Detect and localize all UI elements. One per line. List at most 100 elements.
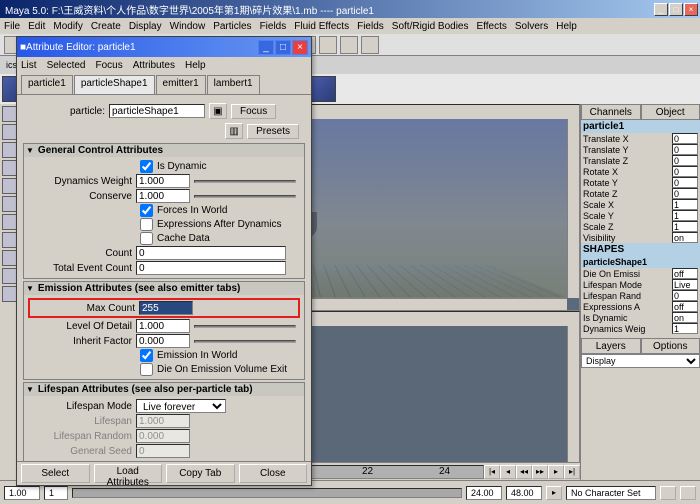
select-node-icon[interactable]: ▣ — [209, 103, 227, 119]
play-back-button[interactable]: ◂◂ — [516, 465, 532, 479]
menu-effects[interactable]: Effects — [477, 21, 507, 32]
ae-titlebar[interactable]: ■ Attribute Editor: particle1 _ □ × — [17, 37, 311, 57]
channel-label[interactable]: Rotate X — [583, 167, 672, 177]
range-curr-field[interactable]: 24.00 — [466, 486, 502, 500]
menu-softrigid[interactable]: Soft/Rigid Bodies — [392, 21, 469, 32]
channel-node-name[interactable]: particle1 — [581, 120, 700, 133]
ae-maximize-button[interactable]: □ — [275, 40, 291, 55]
channel-value[interactable]: on — [672, 232, 698, 243]
channel-label[interactable]: Scale X — [583, 200, 672, 210]
channel-label[interactable]: Translate X — [583, 134, 672, 144]
presets-button[interactable]: Presets — [247, 124, 299, 139]
rewind-end-button[interactable]: ▸ — [546, 486, 562, 500]
channel-label[interactable]: Rotate Z — [583, 189, 672, 199]
channel-value[interactable]: 0 — [672, 177, 698, 188]
forces-check[interactable] — [140, 204, 153, 217]
menu-edit[interactable]: Edit — [28, 21, 45, 32]
range-start-field[interactable]: 1.00 — [4, 486, 40, 500]
channel-label[interactable]: Expressions A — [583, 302, 672, 312]
menu-create[interactable]: Create — [91, 21, 121, 32]
tab-layers[interactable]: Layers — [581, 338, 641, 354]
menu-file[interactable]: File — [4, 21, 20, 32]
shelf-icon[interactable] — [310, 76, 336, 102]
channel-label[interactable]: Scale Y — [583, 211, 672, 221]
inherit-field[interactable] — [136, 334, 190, 348]
emit-world-check[interactable] — [140, 349, 153, 362]
conserve-field[interactable] — [136, 189, 190, 203]
max-count-field[interactable] — [139, 301, 193, 315]
channel-value[interactable]: 0 — [672, 155, 698, 166]
channel-label[interactable]: Lifespan Rand — [583, 291, 672, 301]
range-end-field[interactable]: 48.00 — [506, 486, 542, 500]
rewind-button[interactable]: |◂ — [484, 465, 500, 479]
tab-options[interactable]: Options — [641, 338, 700, 354]
close-button[interactable]: Close — [239, 464, 308, 483]
range-sep-field[interactable]: 1 — [44, 486, 68, 500]
channel-label[interactable]: Die On Emissi — [583, 269, 672, 279]
minimize-button[interactable]: _ — [654, 3, 668, 16]
ae-menu-help[interactable]: Help — [185, 60, 206, 71]
section-emission-header[interactable]: ▼Emission Attributes (see also emitter t… — [24, 282, 304, 295]
go-end-button[interactable]: ▸| — [564, 465, 580, 479]
ae-menu-attributes[interactable]: Attributes — [133, 60, 175, 71]
channel-label[interactable]: Scale Z — [583, 222, 672, 232]
menu-display[interactable]: Display — [129, 21, 162, 32]
copy-tab-button[interactable]: Copy Tab — [166, 464, 235, 483]
character-set-field[interactable]: No Character Set — [566, 486, 656, 500]
is-dynamic-check[interactable] — [140, 160, 153, 173]
menu-window[interactable]: Window — [170, 21, 206, 32]
dynamics-weight-field[interactable] — [136, 174, 190, 188]
channel-label[interactable]: Visibility — [583, 233, 672, 243]
count-field[interactable] — [136, 246, 286, 260]
prefs-button[interactable] — [680, 486, 696, 500]
play-forward-button[interactable]: ▸▸ — [532, 465, 548, 479]
menu-fields2[interactable]: Fields — [357, 21, 384, 32]
maximize-button[interactable]: □ — [669, 3, 683, 16]
section-lifespan-header[interactable]: ▼Lifespan Attributes (see also per-parti… — [24, 383, 304, 396]
channel-value[interactable]: 0 — [672, 166, 698, 177]
menu-modify[interactable]: Modify — [53, 21, 82, 32]
channel-label[interactable]: Translate Z — [583, 156, 672, 166]
channel-label[interactable]: Lifespan Mode — [583, 280, 672, 290]
lod-slider[interactable] — [194, 325, 296, 328]
close-button[interactable]: × — [684, 3, 698, 16]
die-vol-check[interactable] — [140, 363, 153, 376]
dynamics-weight-slider[interactable] — [194, 180, 296, 183]
menu-solvers[interactable]: Solvers — [515, 21, 548, 32]
channel-value[interactable]: 1 — [672, 199, 698, 210]
autokey-button[interactable] — [660, 486, 676, 500]
menu-help[interactable]: Help — [556, 21, 577, 32]
ae-menu-list[interactable]: List — [21, 60, 37, 71]
scrollbar-vertical[interactable] — [567, 326, 579, 467]
channel-value[interactable]: 0 — [672, 290, 698, 301]
menu-particles[interactable]: Particles — [213, 21, 251, 32]
step-forward-button[interactable]: ▸ — [548, 465, 564, 479]
ae-tab-particle1[interactable]: particle1 — [21, 75, 73, 94]
channel-value[interactable]: 1 — [672, 221, 698, 232]
ae-tab-particleshape1[interactable]: particleShape1 — [74, 75, 155, 94]
ae-minimize-button[interactable]: _ — [258, 40, 274, 55]
ae-menu-focus[interactable]: Focus — [95, 60, 122, 71]
load-preset-icon[interactable]: ▥ — [225, 123, 243, 139]
channel-label[interactable]: Dynamics Weig — [583, 324, 672, 334]
channel-value[interactable]: off — [672, 301, 698, 312]
ae-close-button[interactable]: × — [292, 40, 308, 55]
focus-button[interactable]: Focus — [231, 104, 276, 119]
channel-value[interactable]: 1 — [672, 323, 698, 334]
lod-field[interactable] — [136, 319, 190, 333]
toolbar-icon[interactable] — [319, 36, 337, 54]
menu-fluid[interactable]: Fluid Effects — [294, 21, 349, 32]
lifespan-mode-select[interactable]: Live forever — [136, 399, 226, 413]
menu-fields[interactable]: Fields — [260, 21, 287, 32]
shape-node-name[interactable]: particleShape1 — [581, 256, 700, 268]
channel-value[interactable]: on — [672, 312, 698, 323]
select-button[interactable]: Select — [21, 464, 90, 483]
toolbar-icon[interactable] — [340, 36, 358, 54]
channel-value[interactable]: 0 — [672, 188, 698, 199]
total-field[interactable] — [136, 261, 286, 275]
scrollbar-vertical[interactable] — [567, 119, 579, 298]
channel-value[interactable]: off — [672, 268, 698, 279]
channel-label[interactable]: Rotate Y — [583, 178, 672, 188]
channel-label[interactable]: Is Dynamic — [583, 313, 672, 323]
conserve-slider[interactable] — [194, 195, 296, 198]
